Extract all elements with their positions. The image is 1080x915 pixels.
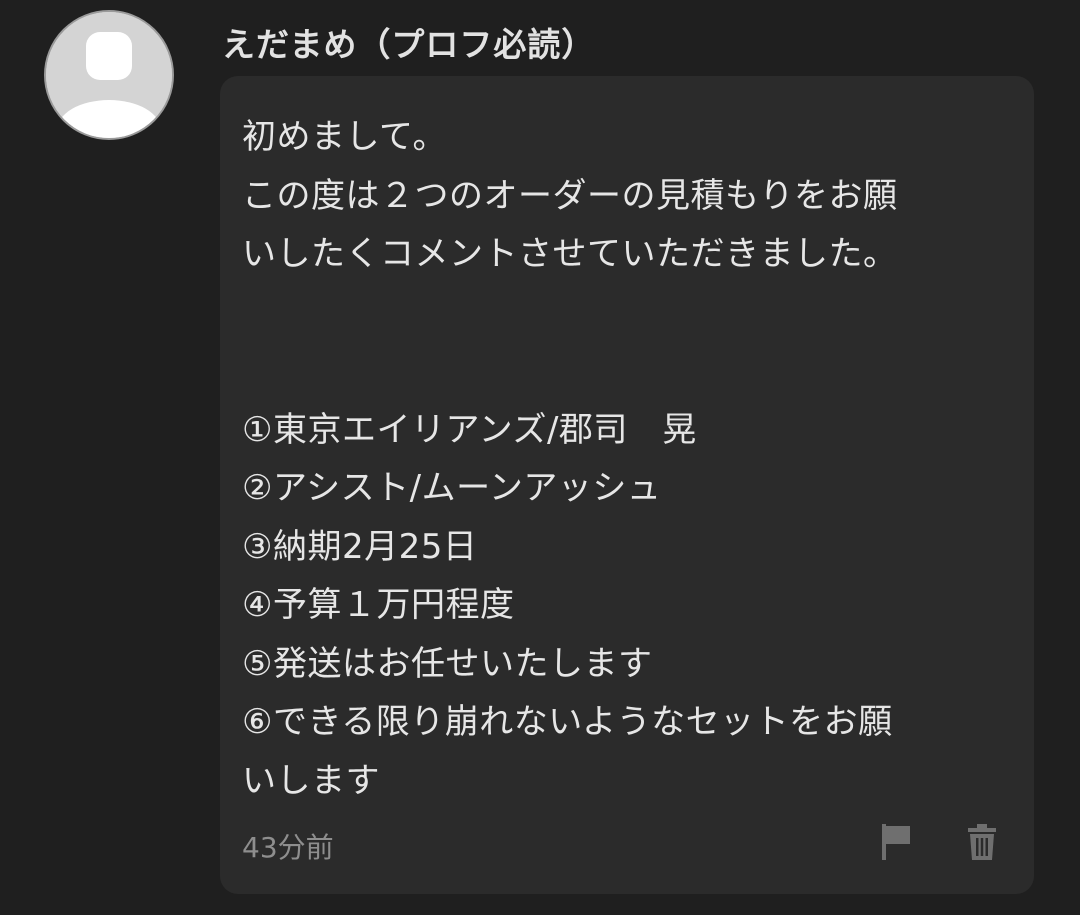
report-button[interactable]: [876, 818, 916, 866]
trash-icon: [968, 824, 996, 860]
default-user-avatar-icon: [46, 12, 172, 138]
comment-line: [242, 284, 1022, 343]
comment-bubble: 初めまして。 この度は２つのオーダーの見積もりをお願 いしたくコメントさせていた…: [220, 76, 1034, 894]
comment-line: ③納期2月25日: [242, 526, 478, 567]
comment-line: ①東京エイリアンズ/郡司 晃: [242, 409, 697, 450]
delete-button[interactable]: [962, 818, 1002, 866]
comment-timestamp: 43分前: [242, 831, 334, 864]
comment-line: いします: [242, 760, 380, 801]
comment-body: 初めまして。 この度は２つのオーダーの見積もりをお願 いしたくコメントさせていた…: [242, 108, 1022, 810]
comment-author[interactable]: えだまめ（プロフ必読）: [222, 18, 595, 66]
comment-line: ④予算１万円程度: [242, 585, 515, 625]
comment-line: いしたくコメントさせていただきました。: [242, 234, 898, 274]
comment-line: ②アシスト/ムーンアッシュ: [242, 468, 662, 508]
comment-line: ⑤発送はお任せいたします: [242, 643, 653, 684]
comment-line: ⑥できる限り崩れないようなセットをお願: [242, 702, 893, 742]
flag-icon: [882, 824, 910, 860]
avatar[interactable]: [44, 10, 174, 140]
comment-line: この度は２つのオーダーの見積もりをお願: [242, 175, 898, 216]
comment-line: 初めまして。: [242, 117, 447, 157]
comment-line: [242, 342, 1022, 401]
